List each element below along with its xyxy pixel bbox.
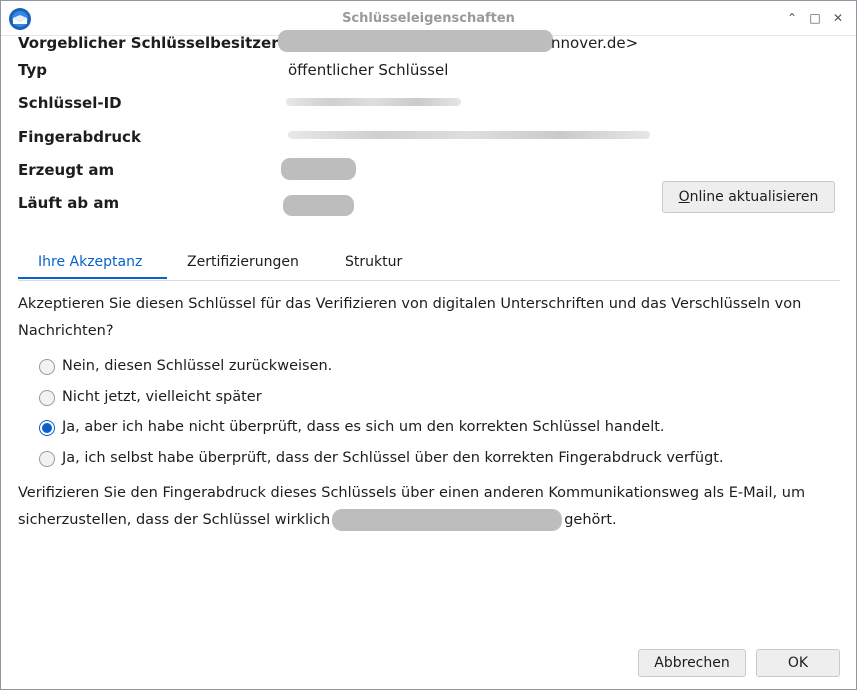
- owner-label: Vorgeblicher Schlüsselbesitzer: [18, 34, 279, 52]
- radio-button[interactable]: [39, 359, 55, 375]
- radio-button[interactable]: [39, 390, 55, 406]
- option-reject-label[interactable]: Nein, diesen Schlüssel zurückweisen.: [62, 358, 332, 374]
- owner-redacted: [278, 30, 553, 52]
- owner-name-redacted: [332, 509, 563, 531]
- keyid-redacted: [286, 98, 461, 106]
- radio-button-checked[interactable]: [39, 420, 55, 436]
- expires-redacted: [283, 195, 354, 216]
- tab-structure[interactable]: Struktur: [345, 254, 402, 270]
- dialog-content: Vorgeblicher Schlüsselbesitzer nnover.de…: [1, 30, 856, 689]
- radio-button[interactable]: [39, 451, 55, 467]
- key-properties-dialog: Schlüsseleigenschaften ⌃ □ ✕ Vorgebliche…: [0, 0, 857, 690]
- created-label: Erzeugt am: [18, 161, 115, 179]
- tab-certifications[interactable]: Zertifizierungen: [187, 254, 299, 270]
- tab-divider: [18, 280, 840, 281]
- created-redacted: [281, 158, 356, 180]
- close-button[interactable]: ✕: [831, 11, 845, 25]
- owner-value: nnover.de>: [551, 34, 639, 52]
- expires-label: Läuft ab am: [18, 194, 120, 212]
- window-title: Schlüsseleigenschaften: [342, 11, 515, 26]
- active-tab-indicator: [18, 277, 167, 279]
- cancel-button[interactable]: Abbrechen: [638, 649, 746, 677]
- online-update-label: nline aktualisieren: [689, 189, 819, 205]
- acceptance-question: Akzeptieren Sie diesen Schlüssel für das…: [18, 296, 802, 339]
- option-accept-unverified-label[interactable]: Ja, aber ich habe nicht überprüft, dass …: [62, 419, 665, 435]
- option-accept-verified-label[interactable]: Ja, ich selbst habe überprüft, dass der …: [62, 450, 724, 466]
- minimize-button[interactable]: ⌃: [785, 11, 799, 25]
- verify-hint: Verifizieren Sie den Fingerabdruck diese…: [18, 480, 838, 534]
- option-not-now-label[interactable]: Nicht jetzt, vielleicht später: [62, 389, 262, 405]
- tab-acceptance[interactable]: Ihre Akzeptanz: [38, 254, 142, 270]
- verify-hint-end: gehört.: [564, 512, 617, 528]
- online-update-button[interactable]: Online aktualisieren: [662, 181, 835, 213]
- type-label: Typ: [18, 61, 47, 79]
- fingerprint-label: Fingerabdruck: [18, 128, 141, 146]
- keyid-label: Schlüssel-ID: [18, 94, 122, 112]
- fingerprint-redacted: [288, 131, 650, 139]
- ok-button[interactable]: OK: [756, 649, 840, 677]
- type-value: öffentlicher Schlüssel: [288, 61, 449, 79]
- maximize-button[interactable]: □: [808, 11, 822, 25]
- online-update-accel: O: [678, 189, 690, 205]
